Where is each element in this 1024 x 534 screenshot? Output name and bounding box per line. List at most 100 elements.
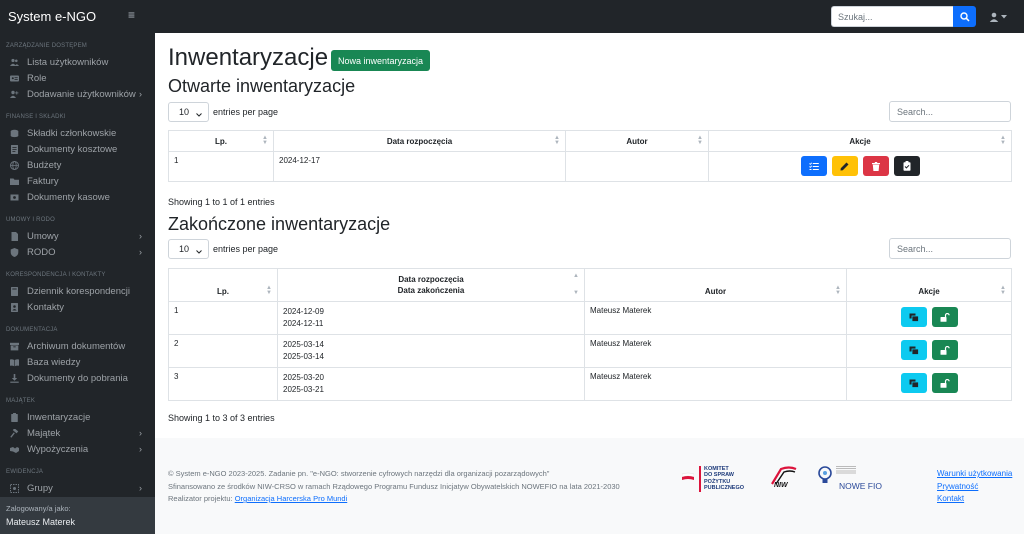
search-input[interactable] xyxy=(831,6,953,27)
cell-dates: 2025-03-20 2025-03-21 xyxy=(277,367,585,401)
column-header-author[interactable]: Autor ▲ ▼ xyxy=(565,130,709,152)
sidebar-item-cash-documents[interactable]: Dokumenty kasowe xyxy=(0,189,155,205)
view-items-button[interactable] xyxy=(900,373,927,393)
reopen-button[interactable] xyxy=(931,340,958,360)
users-icon xyxy=(10,58,19,67)
sort-icon: ▲ ▼ xyxy=(1000,285,1006,296)
footer-funding: Sfinansowano ze środków NIW-CRSO w ramac… xyxy=(168,482,620,491)
chevron-right-icon: › xyxy=(139,428,142,438)
sidebar-item-invoices[interactable]: Faktury xyxy=(0,173,155,189)
brand-title[interactable]: System e-NGO xyxy=(8,9,96,24)
sidebar-item-loans[interactable]: Wypożyczenia › xyxy=(0,441,155,457)
closed-table-search-input[interactable] xyxy=(889,238,1011,259)
sort-icon: ▲ xyxy=(573,273,579,279)
sort-icon: ▲ ▼ xyxy=(554,135,560,146)
sidebar-item-contracts[interactable]: Umowy › xyxy=(0,228,155,244)
view-items-button[interactable] xyxy=(900,307,927,327)
open-table-search-input[interactable] xyxy=(889,101,1011,122)
reopen-button[interactable] xyxy=(931,373,958,393)
entries-select-value: 10 xyxy=(179,107,190,117)
open-table-info: Showing 1 to 1 of 1 entries xyxy=(168,197,275,207)
realizer-link[interactable]: Organizacja Harcerska Pro Mundi xyxy=(235,494,348,503)
sidebar-toggle-icon[interactable]: ≡ xyxy=(128,9,135,21)
address-book-icon xyxy=(10,303,19,312)
cell-author: Mateusz Materek xyxy=(584,301,847,335)
sidebar-item-rodo[interactable]: RODO › xyxy=(0,244,155,260)
coins-icon xyxy=(10,129,19,138)
sidebar-item-cost-documents[interactable]: Dokumenty kosztowe xyxy=(0,141,155,157)
finish-inventory-button[interactable] xyxy=(893,156,920,176)
caret-down-icon xyxy=(1001,15,1007,19)
entries-select-value: 10 xyxy=(179,244,190,254)
sidebar-heading: MAJĄTEK xyxy=(6,398,36,404)
id-card-icon xyxy=(10,74,19,83)
open-inventories-table: Lp. ▲ ▼ Data rozpoczęcia ▲ ▼ Autor ▲ ▼ Akcje ▲ ▼… xyxy=(168,130,1012,182)
copy-icon xyxy=(909,346,919,355)
sidebar-item-budgets[interactable]: Budżety xyxy=(0,157,155,173)
chevron-down-icon xyxy=(196,109,202,119)
new-inventory-button[interactable]: Nowa inwentaryzacja xyxy=(331,50,431,71)
sidebar-item-knowledge-base[interactable]: Baza wiedzy xyxy=(0,354,155,370)
cell-actions xyxy=(846,334,1012,368)
niw-logo-text: NIW xyxy=(774,482,788,489)
sidebar-item-add-users[interactable]: Dodawanie użytkowników › xyxy=(0,86,155,102)
sidebar-item-label: Dodawanie użytkowników xyxy=(27,89,136,100)
sidebar-item-groups[interactable]: Grupy › xyxy=(0,480,155,496)
folder-icon xyxy=(10,177,19,186)
copy-icon xyxy=(909,379,919,388)
entries-per-page-label: entries per page xyxy=(213,107,279,117)
sidebar-item-label: Faktury xyxy=(27,176,59,187)
privacy-link[interactable]: Prywatność xyxy=(937,482,978,491)
items-list-button[interactable] xyxy=(800,156,827,176)
cell-author xyxy=(565,151,709,182)
delete-button[interactable] xyxy=(862,156,889,176)
column-header-lp[interactable]: Lp. ▲ ▼ xyxy=(168,268,278,302)
search-button[interactable] xyxy=(953,6,976,27)
page-title: Inwentaryzacje xyxy=(168,44,329,71)
view-items-button[interactable] xyxy=(900,340,927,360)
sidebar-item-label: Kontakty xyxy=(27,302,64,313)
sidebar-item-correspondence-log[interactable]: Dziennik korespondencji xyxy=(0,283,155,299)
sidebar-item-users[interactable]: Lista użytkowników xyxy=(0,54,155,70)
sidebar-item-contacts[interactable]: Kontakty xyxy=(0,299,155,315)
column-header-actions[interactable]: Akcje ▲ ▼ xyxy=(708,130,1012,152)
sidebar-heading: KORESPONDENCJA I KONTAKTY xyxy=(6,272,106,278)
top-navbar: System e-NGO ≡ xyxy=(0,0,1024,33)
open-inventories-title: Otwarte inwentaryzacje xyxy=(168,76,356,96)
column-header-lp[interactable]: Lp. ▲ ▼ xyxy=(168,130,274,152)
closed-inventories-table: Lp. ▲ ▼ Data rozpoczęcia Data zakończenia ▲ ▼… xyxy=(168,268,1012,401)
sidebar-heading: ZARZĄDZANIE DOSTĘPEM xyxy=(6,43,88,49)
contact-link[interactable]: Kontakt xyxy=(937,494,964,503)
sidebar-item-downloads[interactable]: Dokumenty do pobrania xyxy=(0,370,155,386)
group-icon xyxy=(10,484,19,493)
cell-author: Mateusz Materek xyxy=(584,334,847,368)
clipboard-check-icon xyxy=(903,161,910,171)
unlock-icon xyxy=(940,312,950,322)
sidebar-item-inventories[interactable]: Inwentaryzacje xyxy=(0,409,155,425)
reopen-button[interactable] xyxy=(931,307,958,327)
open-entries-select[interactable]: 10 xyxy=(168,102,209,122)
column-header-dates[interactable]: Data rozpoczęcia Data zakończenia ▲ ▼ xyxy=(277,268,585,302)
user-menu[interactable] xyxy=(989,10,1007,24)
sort-icon: ▲ ▼ xyxy=(835,285,841,296)
sort-icon: ▲ ▼ xyxy=(262,135,268,146)
sidebar-item-assets[interactable]: Majątek › xyxy=(0,425,155,441)
edit-button[interactable] xyxy=(831,156,858,176)
logged-user-name: Mateusz Materek xyxy=(6,517,76,527)
sidebar-item-membership-fees[interactable]: Składki członkowskie xyxy=(0,125,155,141)
column-header-start-date[interactable]: Data rozpoczęcia ▲ ▼ xyxy=(273,130,566,152)
entries-per-page-label: entries per page xyxy=(213,244,279,254)
closed-entries-select[interactable]: 10 xyxy=(168,239,209,259)
chevron-down-icon xyxy=(196,246,202,256)
closed-inventories-title: Zakończone inwentaryzacje xyxy=(168,214,391,234)
sidebar-item-label: Umowy xyxy=(27,231,59,242)
column-header-actions[interactable]: Akcje ▲ ▼ xyxy=(846,268,1012,302)
sidebar-item-document-archive[interactable]: Archiwum dokumentów xyxy=(0,338,155,354)
sidebar-item-roles[interactable]: Role xyxy=(0,70,155,86)
user-plus-icon xyxy=(10,90,19,99)
terms-link[interactable]: Warunki użytkowania xyxy=(937,469,1012,478)
column-header-author[interactable]: Autor ▲ ▼ xyxy=(584,268,847,302)
book-icon xyxy=(10,287,19,296)
sort-icon: ▼ xyxy=(573,290,579,296)
sidebar-item-label: Grupy xyxy=(27,483,53,494)
